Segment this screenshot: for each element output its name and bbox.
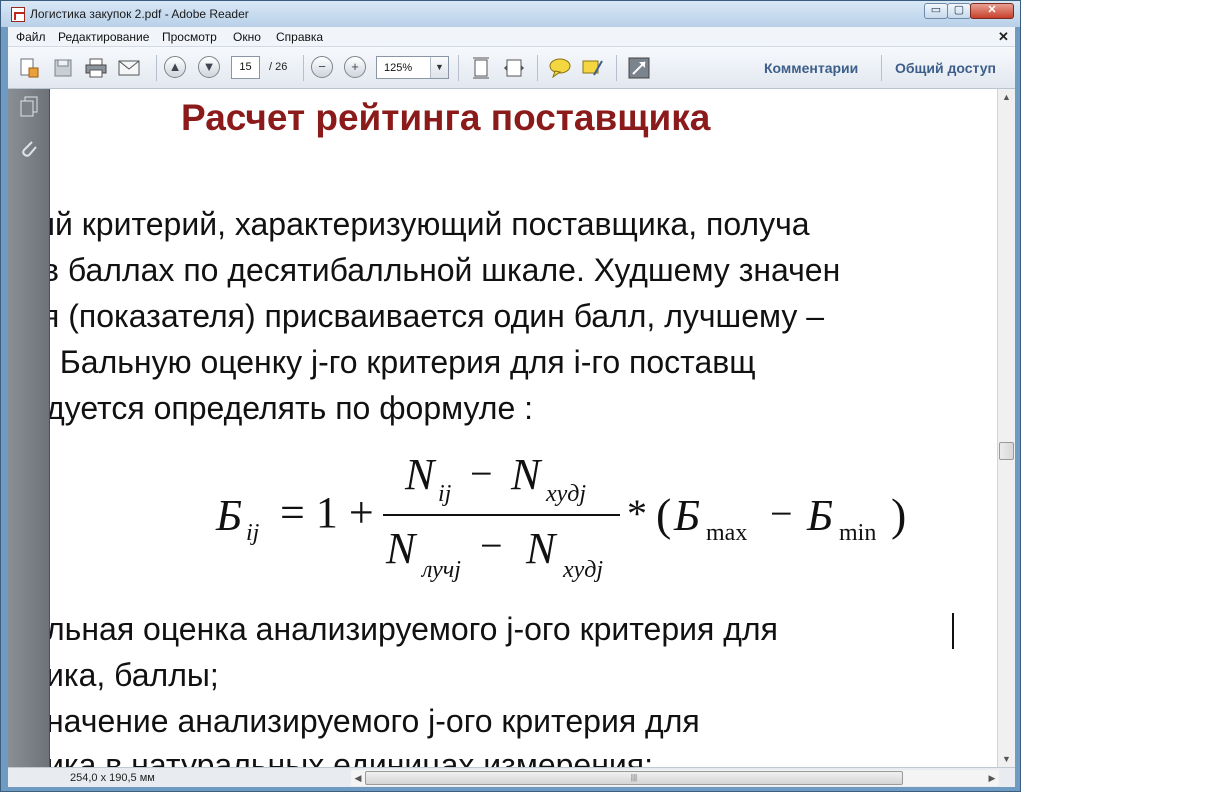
attachments-panel-icon[interactable] — [17, 137, 41, 161]
adobe-reader-icon — [11, 7, 25, 22]
formula-lhs: Б — [215, 491, 242, 540]
print-icon[interactable] — [83, 55, 109, 81]
horizontal-scroll-thumb[interactable]: ||| — [365, 771, 903, 785]
numerator-n1: N — [404, 450, 437, 499]
share-link[interactable]: Общий доступ — [895, 60, 996, 76]
numerator-n2: N — [510, 450, 543, 499]
document-page[interactable]: Расчет рейтинга поставщика ый критерий, … — [50, 89, 997, 767]
vertical-scrollbar[interactable]: ▲ ▼ — [997, 89, 1015, 767]
menu-window[interactable]: Окно — [233, 30, 261, 44]
paragraph-line: в баллах по десятибалльной шкале. Худшем… — [50, 252, 841, 288]
pages-panel-icon[interactable] — [17, 95, 41, 119]
title-bar[interactable]: Логистика закупок 2.pdf - Adobe Reader ▭… — [1, 1, 1020, 27]
zoom-in-icon[interactable]: + — [344, 56, 366, 78]
denominator-n2: N — [525, 524, 558, 573]
page-total: / 26 — [269, 61, 288, 73]
toolbar-separator — [881, 55, 882, 81]
chevron-down-icon[interactable]: ▼ — [430, 57, 448, 78]
factor-b2: Б — [806, 491, 833, 540]
formula-open-paren: ( — [656, 489, 671, 540]
toolbar: ▲ ▼ 15 / 26 − + 125% ▼ Комментарии Общий — [8, 47, 1015, 89]
paragraph-line: дуется определять по формуле : — [50, 390, 534, 426]
menu-file[interactable]: Файл — [16, 30, 46, 44]
zoom-select[interactable]: 125% ▼ — [376, 56, 449, 79]
factor-b1-sub: max — [706, 520, 747, 546]
denominator-n1: N — [385, 524, 418, 573]
toolbar-separator — [303, 55, 304, 81]
paragraph-line: ый критерий, характеризующий поставщика,… — [50, 206, 810, 242]
prev-page-icon[interactable]: ▲ — [164, 56, 186, 78]
toolbar-separator — [616, 55, 617, 81]
page-number-input[interactable]: 15 — [231, 56, 260, 79]
zoom-out-icon[interactable]: − — [311, 56, 333, 78]
status-bar: 254,0 x 190,5 мм ◀ ||| ▶ — [8, 767, 1015, 787]
numerator-n2-sub: худj — [545, 481, 586, 507]
fit-width-icon[interactable] — [501, 55, 527, 81]
comment-icon[interactable] — [547, 55, 573, 81]
comments-link[interactable]: Комментарии — [764, 60, 858, 76]
factor-b2-sub: min — [839, 520, 876, 546]
scroll-up-icon[interactable]: ▲ — [998, 89, 1015, 105]
minimize-button[interactable]: ▭ — [924, 3, 948, 19]
reader-window: Логистика закупок 2.pdf - Adobe Reader ▭… — [0, 0, 1021, 792]
numerator-n1-sub: ij — [438, 481, 452, 507]
formula-lhs-sub: ij — [246, 520, 260, 546]
paragraph-line: я (показателя) присваивается один балл, … — [50, 298, 825, 334]
next-page-icon[interactable]: ▼ — [198, 56, 220, 78]
toolbar-separator — [156, 55, 157, 81]
create-pdf-icon[interactable] — [16, 55, 42, 81]
definition-line: ика, баллы; — [50, 657, 219, 693]
close-document-button[interactable]: ✕ — [998, 29, 1009, 45]
full-screen-icon[interactable] — [626, 55, 652, 81]
menu-help[interactable]: Справка — [276, 30, 323, 44]
definition-line: льная оценка анализируемого j-ого критер… — [50, 611, 778, 647]
text-caret — [952, 613, 954, 649]
scroll-right-icon[interactable]: ▶ — [985, 770, 999, 786]
menu-edit[interactable]: Редактирование — [58, 30, 149, 44]
denominator-minus: − — [480, 523, 503, 568]
rating-formula: Б ij = 1 + N ij − N худj N лучj − N худj… — [215, 450, 906, 583]
page-heading: Расчет рейтинга поставщика — [181, 97, 711, 138]
menu-bar: Файл Редактирование Просмотр Окно Справк… — [8, 27, 1015, 47]
toolbar-separator — [458, 55, 459, 81]
toolbar-separator — [537, 55, 538, 81]
definition-line: начение анализируемого j-ого критерия дл… — [50, 703, 700, 739]
factor-b1: Б — [673, 491, 700, 540]
zoom-value: 125% — [384, 62, 413, 74]
page-size-readout: 254,0 x 190,5 мм — [70, 772, 155, 784]
denominator-n2-sub: худj — [562, 557, 603, 583]
window-title: Логистика закупок 2.pdf - Adobe Reader — [30, 7, 249, 21]
scroll-down-icon[interactable]: ▼ — [998, 751, 1015, 767]
paragraph-line: . Бальную оценку j-го критерия для i-го … — [50, 344, 756, 380]
formula-equals-one-plus: = 1 + — [280, 488, 374, 537]
email-icon[interactable] — [116, 55, 142, 81]
horizontal-scrollbar[interactable]: ◀ ||| ▶ — [351, 770, 999, 786]
highlight-icon[interactable] — [579, 55, 605, 81]
formula-multiply: * — [627, 491, 647, 536]
fit-page-icon[interactable] — [468, 55, 494, 81]
save-icon[interactable] — [50, 55, 76, 81]
close-window-button[interactable]: ✕ — [970, 3, 1014, 19]
denominator-n1-sub: лучj — [420, 557, 461, 583]
numerator-minus: − — [470, 451, 493, 496]
maximize-button[interactable]: ▢ — [947, 3, 971, 19]
formula-close-paren: ) — [891, 489, 906, 540]
vertical-scroll-thumb[interactable] — [999, 442, 1014, 460]
menu-view[interactable]: Просмотр — [162, 30, 217, 44]
definition-line: ика в натуральных единицах измерения; — [50, 747, 653, 767]
scroll-left-icon[interactable]: ◀ — [351, 770, 365, 786]
factor-minus: − — [770, 491, 793, 536]
navigation-sidebar — [8, 89, 50, 767]
